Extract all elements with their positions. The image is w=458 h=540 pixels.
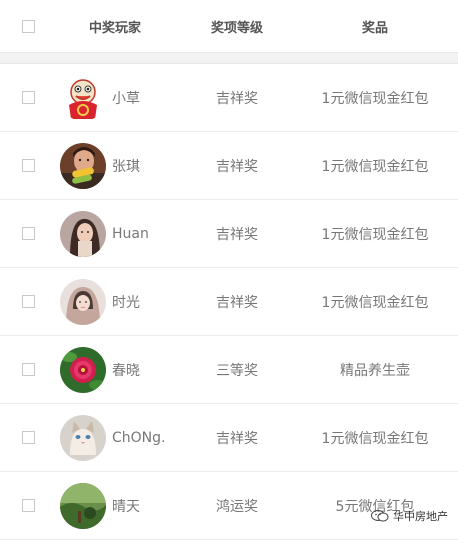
player-name: 小草 [112,90,140,107]
avatar [60,142,106,189]
player-name: 晴天 [112,498,140,515]
player-name: Huan [112,225,149,242]
row-checkbox[interactable] [21,499,35,512]
wechat-icon [371,510,389,522]
winners-table: 中奖玩家 奖项等级 奖品 小草 吉祥奖 1元微信现金红包 张琪 吉祥奖 1元微信… [0,0,458,540]
row-checkbox[interactable] [21,431,35,444]
column-header-level: 奖项等级 [210,20,263,36]
table-row[interactable]: 时光 吉祥奖 1元微信现金红包 [0,268,458,336]
avatar [60,414,106,461]
table-row[interactable]: Huan 吉祥奖 1元微信现金红包 [0,200,458,268]
prize-level: 鸿运奖 [216,498,258,515]
prize-level: 三等奖 [216,362,258,379]
prize: 1元微信现金红包 [321,90,429,107]
prize-level: 吉祥奖 [216,294,258,311]
avatar [60,278,106,325]
avatar [60,74,106,121]
prize: 1元微信现金红包 [321,158,429,175]
table-row[interactable]: 春晓 三等奖 精品养生壶 [0,336,458,404]
prize-level: 吉祥奖 [216,158,258,175]
table-row[interactable]: ChONg. 吉祥奖 1元微信现金红包 [0,404,458,472]
table-header: 中奖玩家 奖项等级 奖品 [0,0,458,53]
player-name: 时光 [112,294,140,311]
header-divider [0,53,458,64]
row-checkbox[interactable] [21,91,35,104]
player-name: ChONg. [112,429,166,446]
prize-level: 吉祥奖 [216,430,258,447]
row-checkbox[interactable] [21,363,35,376]
prize: 1元微信现金红包 [321,226,429,243]
prize: 1元微信现金红包 [321,430,429,447]
select-all-checkbox[interactable] [21,19,35,33]
avatar [60,346,106,393]
column-header-player: 中奖玩家 [88,20,141,36]
watermark-text: 华中房地产 [393,510,448,523]
prize: 精品养生壶 [340,362,410,379]
row-checkbox[interactable] [21,295,35,308]
table-row[interactable]: 张琪 吉祥奖 1元微信现金红包 [0,132,458,200]
avatar [60,482,106,529]
row-checkbox[interactable] [21,227,35,240]
table-row[interactable]: 小草 吉祥奖 1元微信现金红包 [0,64,458,132]
prize-level: 吉祥奖 [216,226,258,243]
player-name: 张琪 [112,158,140,175]
prize-level: 吉祥奖 [216,90,258,107]
avatar [60,210,106,257]
prize: 1元微信现金红包 [321,294,429,311]
player-name: 春晓 [112,362,140,379]
source-watermark: 华中房地产 [371,508,448,524]
column-header-prize: 奖品 [361,20,388,36]
row-checkbox[interactable] [21,159,35,172]
table-row[interactable]: 晴天 鸿运奖 5元微信红包 [0,472,458,540]
header-check-cell [0,19,56,33]
